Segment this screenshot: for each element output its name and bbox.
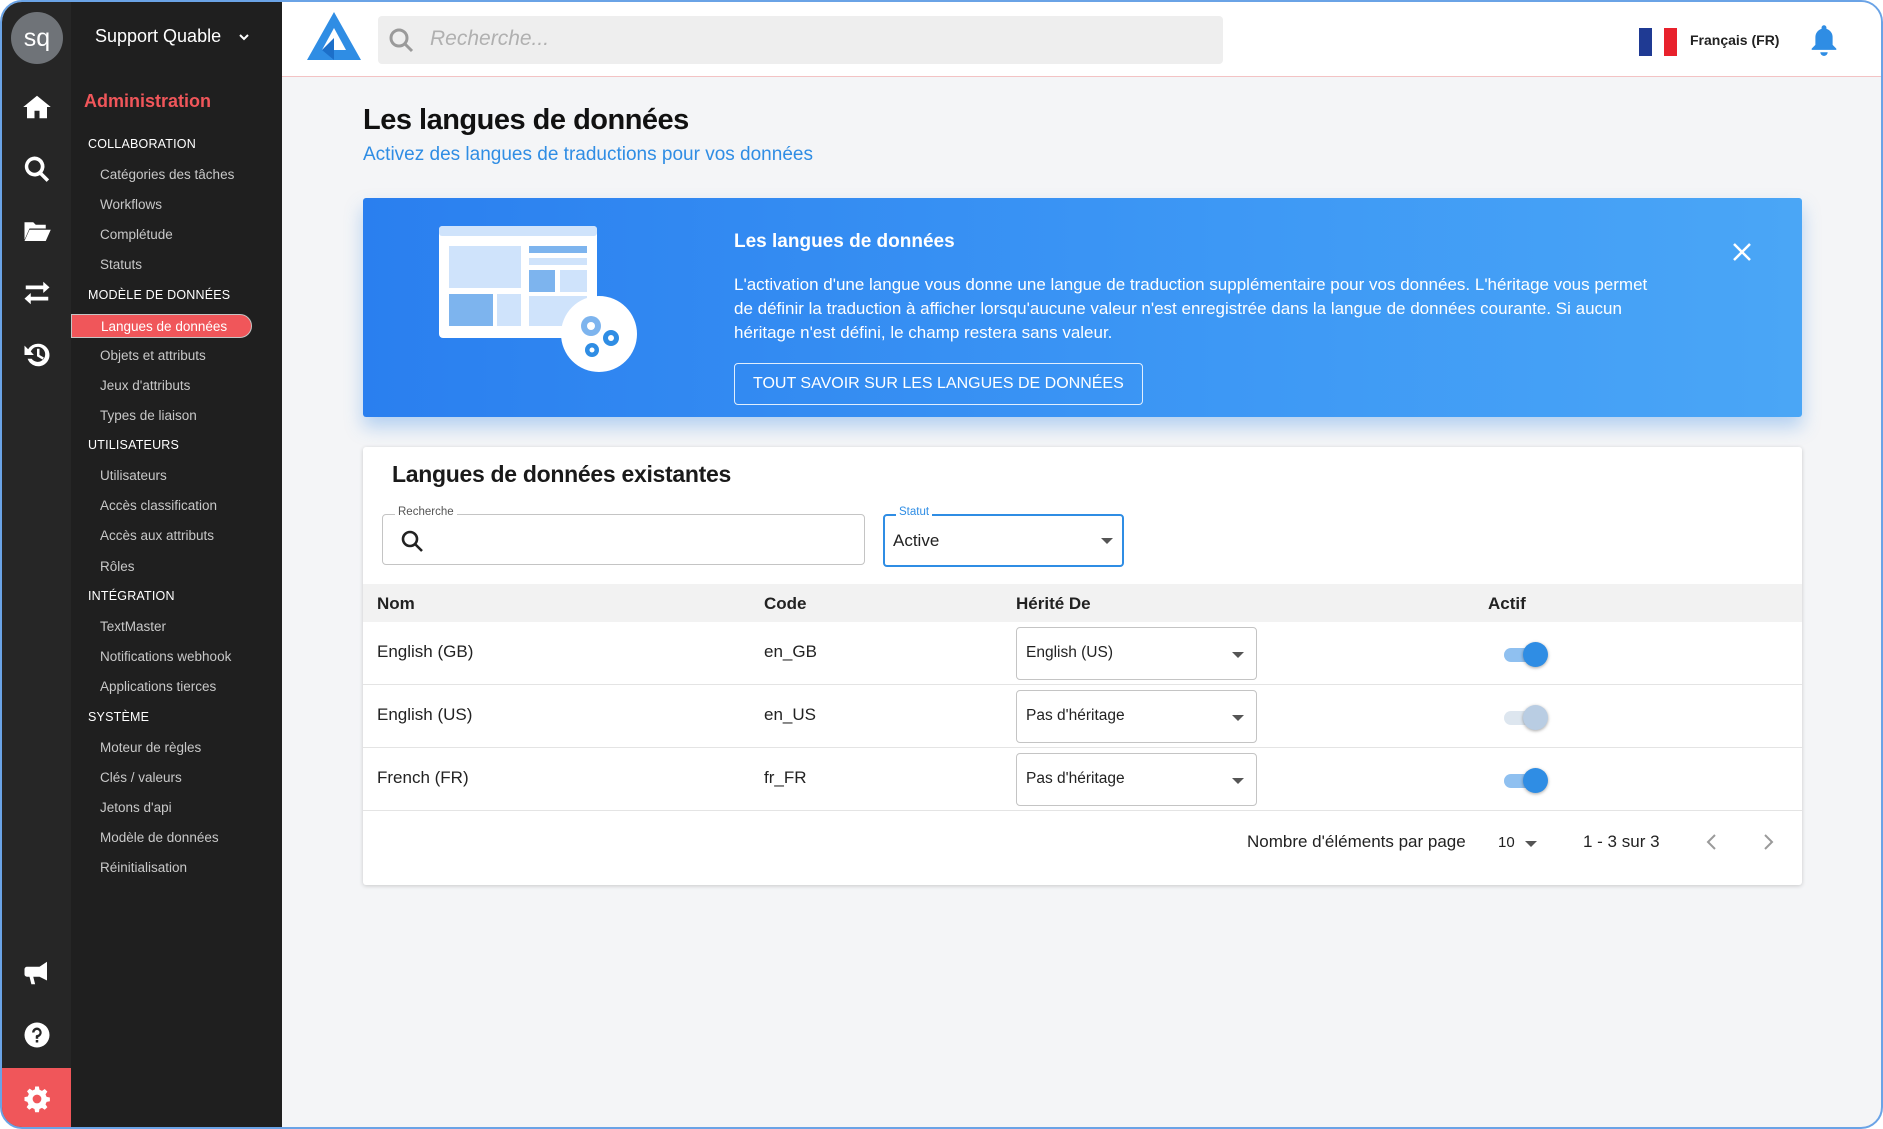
table-row: French (FR) fr_FR Pas d'héritage	[363, 748, 1802, 811]
menu-item-moteur-regles[interactable]: Moteur de règles	[100, 740, 201, 755]
menu-group-modele-donnees: MODÈLE DE DONNÉES	[88, 288, 231, 302]
row-code: fr_FR	[764, 768, 807, 787]
global-search-input[interactable]: Recherche...	[378, 16, 1223, 64]
chevron-down-icon[interactable]	[237, 30, 251, 44]
gear-icon[interactable]	[2, 1068, 71, 1127]
history-icon[interactable]	[2, 324, 71, 386]
status-value: Active	[893, 531, 940, 550]
caret-down-icon	[1232, 715, 1244, 721]
pagination-range: 1 - 3 sur 3	[1583, 832, 1660, 851]
menu-item-utilisateurs[interactable]: Utilisateurs	[100, 468, 167, 483]
column-header-code[interactable]: Code	[764, 594, 807, 614]
menu-group-collaboration: COLLABORATION	[88, 137, 196, 151]
inherit-select[interactable]: Pas d'héritage	[1016, 690, 1257, 743]
language-selector[interactable]: Français (FR)	[1690, 32, 1779, 48]
learn-more-button[interactable]: TOUT SAVOIR SUR LES LANGUES DE DONNÉES	[734, 363, 1143, 405]
info-banner: Les langues de données L'activation d'un…	[363, 198, 1802, 417]
inherit-value: Pas d'héritage	[1026, 707, 1125, 724]
table-row: English (GB) en_GB English (US)	[363, 622, 1802, 685]
menu-item-acces-classification[interactable]: Accès classification	[100, 498, 217, 513]
search-icon	[400, 529, 424, 553]
per-page-select[interactable]: 10	[1498, 834, 1515, 851]
table-row: English (US) en_US Pas d'héritage	[363, 685, 1802, 748]
caret-down-icon	[1232, 778, 1244, 784]
inherit-select[interactable]: English (US)	[1016, 627, 1257, 680]
menu-item-reinitialisation[interactable]: Réinitialisation	[100, 860, 187, 875]
column-header-herite-de[interactable]: Hérité De	[1016, 594, 1091, 614]
inherit-select[interactable]: Pas d'héritage	[1016, 753, 1257, 806]
france-flag-icon[interactable]	[1639, 28, 1678, 56]
column-header-nom[interactable]: Nom	[377, 594, 415, 614]
inherit-value: Pas d'héritage	[1026, 770, 1125, 787]
menu-item-roles[interactable]: Rôles	[100, 559, 135, 574]
card-title: Langues de données existantes	[392, 461, 731, 487]
active-toggle-disabled[interactable]	[1502, 705, 1548, 730]
row-code: en_GB	[764, 642, 817, 661]
section-title: Administration	[84, 91, 212, 111]
quable-logo[interactable]	[305, 10, 363, 62]
row-name: English (US)	[377, 705, 473, 724]
help-icon[interactable]	[2, 1004, 71, 1066]
org-name[interactable]: Support Quable	[95, 26, 221, 47]
caret-down-icon	[1232, 652, 1244, 658]
menu-group-utilisateurs: UTILISATEURS	[88, 438, 180, 452]
menu-item-acces-attributs[interactable]: Accès aux attributs	[100, 528, 214, 543]
table-search-input[interactable]: Recherche	[382, 506, 865, 565]
exchange-icon[interactable]	[2, 262, 71, 324]
menu-group-systeme: SYSTÈME	[88, 710, 150, 724]
menu-item-langues-donnees[interactable]: Langues de données	[71, 314, 252, 338]
bell-icon[interactable]	[1809, 24, 1839, 56]
menu-item-modele-donnees[interactable]: Modèle de données	[100, 830, 219, 845]
menu-item-completude[interactable]: Complétude	[100, 227, 173, 242]
search-placeholder: Recherche...	[430, 27, 550, 50]
home-icon[interactable]	[2, 76, 71, 138]
caret-down-icon[interactable]	[1525, 841, 1537, 847]
top-bar: Recherche... Français (FR)	[282, 2, 1881, 77]
megaphone-icon[interactable]	[2, 942, 71, 1004]
avatar[interactable]: sq	[11, 12, 63, 64]
table-header: Nom Code Hérité De Actif	[363, 584, 1802, 622]
active-toggle[interactable]	[1502, 642, 1548, 667]
menu-item-statuts[interactable]: Statuts	[100, 257, 142, 272]
active-toggle[interactable]	[1502, 768, 1548, 793]
languages-card: Langues de données existantes Recherche …	[363, 447, 1802, 885]
admin-menu: Support Quable Administration COLLABORAT…	[71, 2, 282, 1127]
status-field-label: Statut	[896, 506, 933, 518]
menu-item-objets-attributs[interactable]: Objets et attributs	[100, 348, 206, 363]
page-title: Les langues de données	[363, 104, 689, 136]
row-code: en_US	[764, 705, 816, 724]
chevron-left-icon[interactable]	[1703, 832, 1721, 852]
folder-open-icon[interactable]	[2, 200, 71, 262]
menu-item-jetons-api[interactable]: Jetons d'api	[100, 800, 172, 815]
menu-item-categories-taches[interactable]: Catégories des tâches	[100, 167, 234, 182]
status-select[interactable]: Statut Active	[883, 506, 1124, 567]
menu-item-cles-valeurs[interactable]: Clés / valeurs	[100, 770, 182, 785]
per-page-label: Nombre d'éléments par page	[1247, 832, 1466, 851]
inherit-value: English (US)	[1026, 644, 1113, 661]
column-header-actif[interactable]: Actif	[1488, 594, 1526, 614]
search-field-label: Recherche	[395, 506, 457, 518]
banner-text: L'activation d'une langue vous donne une…	[734, 275, 1648, 342]
menu-item-applications-tierces[interactable]: Applications tierces	[100, 679, 216, 694]
row-name: French (FR)	[377, 768, 469, 787]
caret-down-icon	[1101, 538, 1113, 544]
app-window: sq Support Quable Administration COLLABO…	[0, 0, 1883, 1129]
settings-illustration-icon	[439, 226, 639, 386]
page-subtitle: Activez des langues de traductions pour …	[363, 144, 813, 165]
row-name: English (GB)	[377, 642, 474, 661]
menu-item-jeux-attributs[interactable]: Jeux d'attributs	[100, 378, 190, 393]
search-icon[interactable]	[2, 138, 71, 200]
menu-item-workflows[interactable]: Workflows	[100, 197, 162, 212]
menu-item-types-liaison[interactable]: Types de liaison	[100, 408, 197, 423]
chevron-right-icon[interactable]	[1759, 832, 1777, 852]
search-icon	[388, 27, 415, 54]
menu-group-integration: INTÉGRATION	[88, 589, 175, 603]
menu-item-notifications-webhook[interactable]: Notifications webhook	[100, 649, 231, 664]
banner-title: Les langues de données	[734, 231, 955, 252]
icon-rail: sq	[2, 2, 71, 1127]
menu-item-textmaster[interactable]: TextMaster	[100, 619, 166, 634]
close-icon[interactable]	[1731, 241, 1753, 263]
